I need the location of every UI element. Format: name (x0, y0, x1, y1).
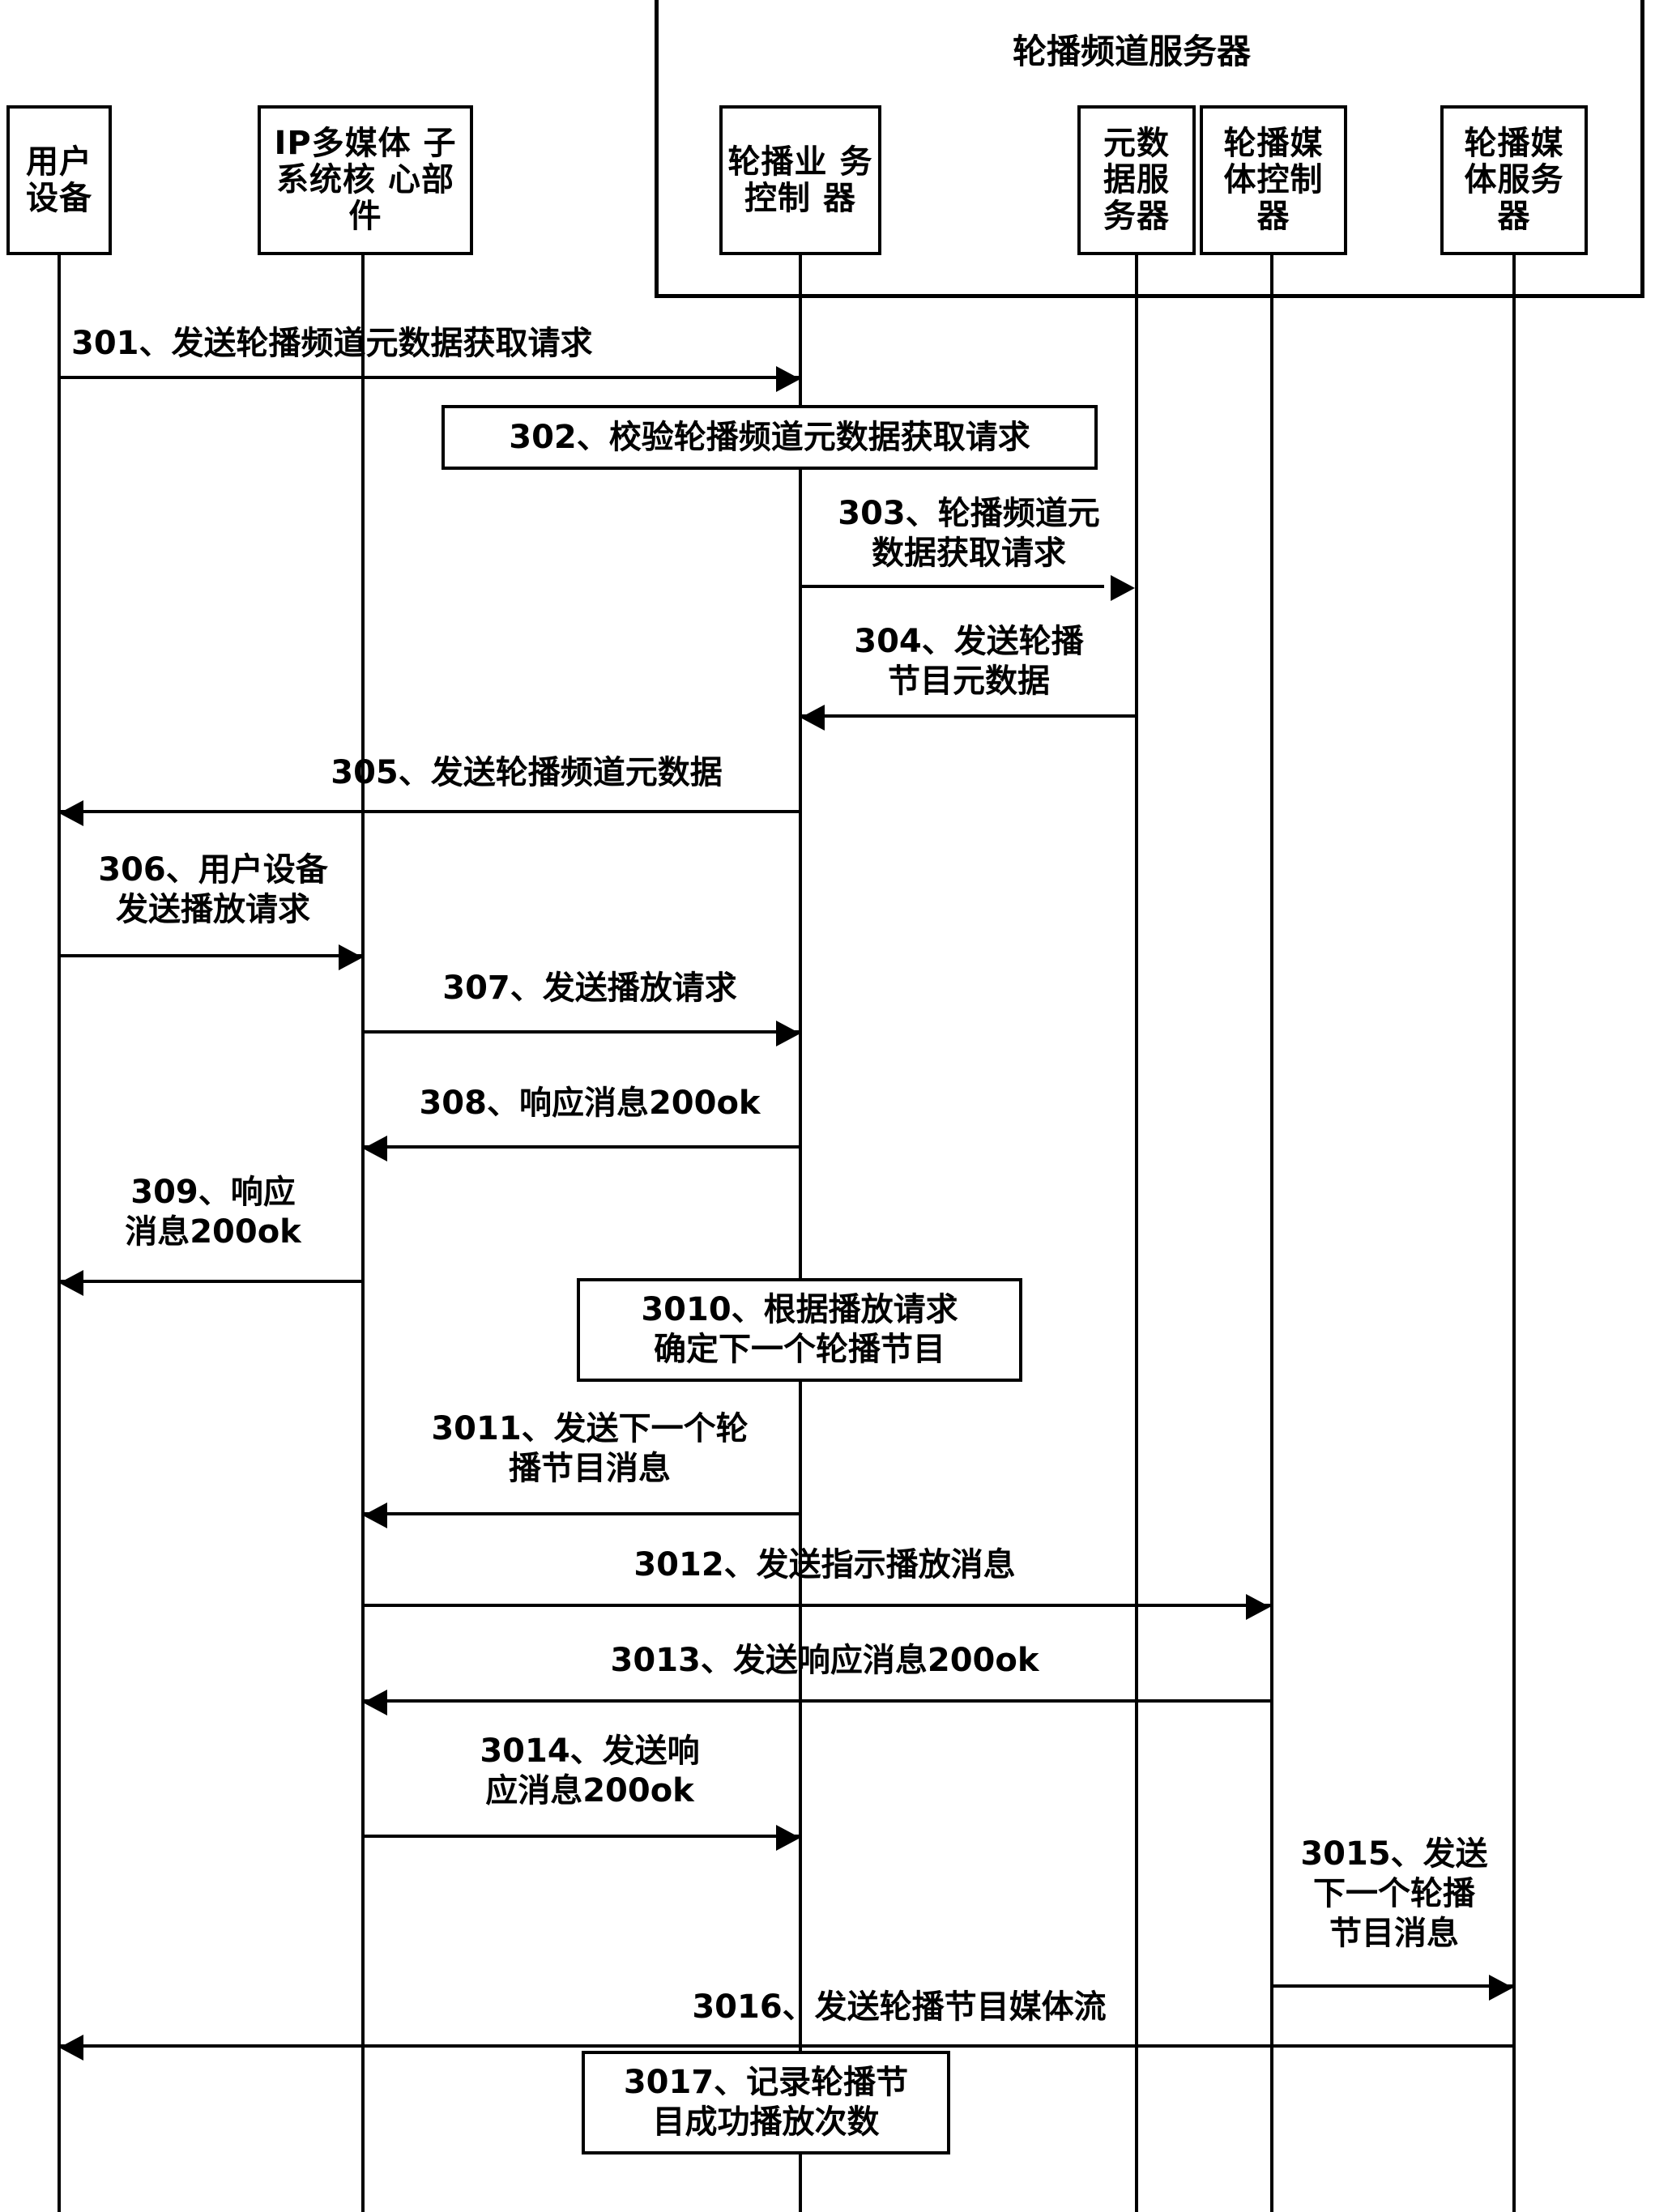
lifeline-mediasrv (1512, 255, 1516, 2212)
sequence-diagram-canvas: 轮播频道服务器 用户 设备 IP多媒体 子系统核 心部件 轮播业 务控制 器 元… (0, 0, 1655, 2212)
message-arrowhead-3013 (363, 1690, 387, 1715)
actor-label-mediasrv: 轮播媒 体服务 器 (1464, 125, 1564, 235)
lifeline-metasrv (1135, 255, 1138, 2212)
actor-box-ue[interactable]: 用户 设备 (6, 105, 112, 255)
note-box-3010: 3010、根据播放请求 确定下一个轮播节目 (577, 1278, 1022, 1382)
message-arrowhead-306 (339, 944, 363, 970)
message-label-3013: 3013、发送响应消息200ok (610, 1642, 1039, 1679)
message-line-308 (363, 1145, 800, 1149)
note-box-302: 302、校验轮播频道元数据获取请求 (441, 405, 1098, 470)
message-line-304 (800, 714, 1137, 718)
message-arrowhead-3011 (363, 1502, 387, 1528)
message-label-308: 308、响应消息200ok (419, 1085, 761, 1122)
lifeline-mediactrl (1270, 255, 1273, 2212)
message-line-3011 (363, 1512, 800, 1515)
message-arrowhead-3014 (776, 1825, 800, 1851)
message-label-3015: 3015、发送 下一个轮播 节目消息 (1300, 1835, 1488, 1952)
message-arrowhead-304 (800, 705, 825, 731)
message-label-3014: 3014、发送响 应消息200ok (480, 1733, 700, 1809)
message-line-305 (59, 810, 800, 813)
message-line-3013 (363, 1699, 1270, 1703)
message-line-3012 (363, 1604, 1270, 1607)
actor-label-mediactrl: 轮播媒 体控制 器 (1223, 125, 1324, 235)
message-label-307: 307、发送播放请求 (442, 970, 737, 1007)
message-label-3012: 3012、发送指示播放消息 (633, 1546, 1016, 1583)
actor-label-ue: 用户 设备 (26, 143, 92, 217)
message-arrowhead-301 (776, 366, 800, 392)
message-line-3015 (1272, 1984, 1512, 1988)
actor-box-bizctrl[interactable]: 轮播业 务控制 器 (719, 105, 881, 255)
message-line-306 (59, 954, 363, 957)
message-line-307 (363, 1030, 800, 1034)
message-line-301 (59, 376, 800, 379)
message-arrowhead-303 (1111, 575, 1135, 601)
message-arrowhead-305 (59, 800, 83, 826)
actor-label-bizctrl: 轮播业 务控制 器 (727, 143, 873, 217)
actor-label-metasrv: 元数 据服 务器 (1103, 125, 1170, 235)
message-label-3016: 3016、发送轮播节目媒体流 (692, 1988, 1107, 2026)
actor-box-mediactrl[interactable]: 轮播媒 体控制 器 (1200, 105, 1347, 255)
message-line-3016 (59, 2044, 1512, 2048)
message-arrowhead-309 (59, 1270, 83, 1296)
actor-box-ims[interactable]: IP多媒体 子系统核 心部件 (258, 105, 473, 255)
message-line-303 (800, 585, 1104, 588)
note-box-3017: 3017、记录轮播节 目成功播放次数 (582, 2051, 950, 2154)
message-label-3011: 3011、发送下一个轮 播节目消息 (431, 1410, 749, 1487)
message-arrowhead-307 (776, 1021, 800, 1046)
message-label-309: 309、响应 消息200ok (125, 1174, 301, 1251)
message-label-301: 301、发送轮播频道元数据获取请求 (71, 325, 593, 362)
message-line-309 (59, 1280, 363, 1283)
lifeline-bizctrl (799, 255, 802, 2212)
actor-label-ims: IP多媒体 子系统核 心部件 (274, 125, 457, 235)
message-arrowhead-3016 (59, 2035, 83, 2061)
message-line-3014 (363, 1835, 800, 1838)
message-label-306: 306、用户设备 发送播放请求 (98, 851, 328, 928)
actor-box-metasrv[interactable]: 元数 据服 务器 (1077, 105, 1196, 255)
message-arrowhead-3012 (1246, 1594, 1270, 1620)
message-label-303: 303、轮播频道元 数据获取请求 (838, 495, 1100, 572)
lifeline-ue (58, 255, 61, 2212)
message-label-305: 305、发送轮播频道元数据 (331, 754, 723, 791)
actor-box-mediasrv[interactable]: 轮播媒 体服务 器 (1440, 105, 1588, 255)
server-group-title: 轮播频道服务器 (1013, 32, 1252, 71)
message-arrowhead-308 (363, 1136, 387, 1161)
message-arrowhead-3015 (1489, 1975, 1513, 2001)
message-label-304: 304、发送轮播 节目元数据 (854, 623, 1084, 700)
